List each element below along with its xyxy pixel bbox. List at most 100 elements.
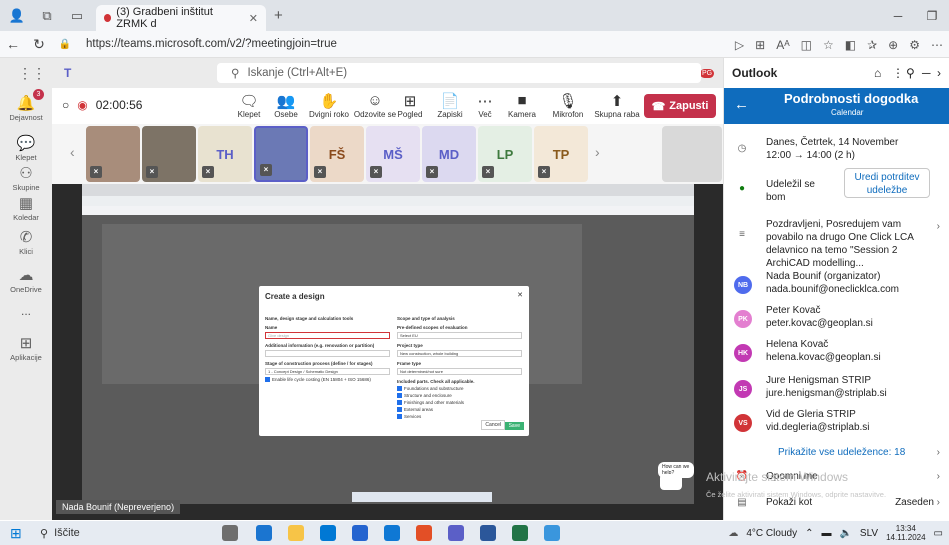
dialog-close-icon[interactable]: ✕ [517, 291, 523, 299]
excel-icon[interactable] [512, 525, 528, 541]
stage-select[interactable]: 1 - Concept Design / Schematic Design [265, 368, 390, 375]
meeting-info-icon[interactable]: ○ [62, 98, 69, 112]
tab-actions-icon[interactable]: ▭ [64, 6, 90, 26]
profile-icon[interactable]: 👤 [4, 6, 30, 26]
outlook-icon[interactable] [352, 525, 368, 541]
rail-item-apps[interactable]: ⊞ Aplikacije [0, 334, 52, 362]
sidebar-icon[interactable]: ◧ [845, 38, 856, 52]
share-button[interactable]: ⬆ Skupna raba [592, 92, 642, 119]
chat-button[interactable]: 🗨 Klepet [229, 92, 269, 119]
more-vert-icon[interactable]: ⋮ [892, 66, 904, 80]
more-actions-button[interactable]: ⋯ Več [465, 92, 505, 119]
app-icon[interactable] [544, 525, 560, 541]
split-icon[interactable]: ◫ [801, 38, 812, 52]
restore-icon[interactable]: ❐ [915, 0, 949, 31]
strip-prev-icon[interactable]: ‹ [70, 144, 75, 160]
home-icon[interactable]: ⌂ [874, 66, 881, 80]
tray-overflow-icon[interactable]: ⌃ [805, 528, 813, 539]
view-button[interactable]: ⊞ Pogled [390, 92, 430, 119]
predefined-select[interactable]: Select EU [397, 332, 522, 339]
participant-video-active[interactable]: × [254, 126, 308, 182]
new-tab-button[interactable]: + [274, 7, 283, 24]
included-checkbox[interactable]: Structure and enclosure [397, 393, 522, 398]
favorite-icon[interactable]: ☆ [823, 38, 834, 52]
name-input[interactable]: Give design [265, 332, 390, 339]
participant-tile[interactable]: TH × [198, 126, 252, 182]
rail-item-calls[interactable]: ✆ Klici [0, 228, 52, 256]
rail-item-calendar[interactable]: ▦ Koledar [0, 194, 52, 222]
pin-icon[interactable]: ⚲ [906, 66, 915, 80]
word-icon[interactable] [480, 525, 496, 541]
mail-icon[interactable] [384, 525, 400, 541]
task-view-icon[interactable] [222, 525, 238, 541]
favorites-icon[interactable]: ✰ [867, 38, 877, 52]
collections-icon[interactable]: ⊕ [888, 38, 898, 52]
included-checkbox[interactable]: Foundations and substructure [397, 386, 522, 391]
participant-tile[interactable]: FŠ × [310, 126, 364, 182]
notes-button[interactable]: 📄 Zapiski [430, 92, 470, 119]
strip-next-icon[interactable]: › [595, 144, 600, 160]
edit-response-button[interactable]: Uredi potrditev udeležbe [844, 168, 930, 198]
participant-video[interactable]: × [142, 126, 196, 182]
back-icon[interactable]: ← [0, 36, 26, 52]
network-icon[interactable]: ▬ [821, 528, 831, 539]
browser-tab[interactable]: (3) Gradbeni inštitut ZRMK d ✕ [96, 5, 266, 31]
search-input[interactable]: ⚲ Iskanje (Ctrl+Alt+E) [217, 63, 701, 83]
rail-item-activity[interactable]: 🔔 Dejavnost [0, 94, 52, 122]
back-arrow-icon[interactable]: ← [734, 96, 749, 113]
participant-tile[interactable]: MŠ × [366, 126, 420, 182]
participant-video[interactable]: × [86, 126, 140, 182]
rail-item-more[interactable]: ... [0, 304, 52, 318]
more-icon[interactable]: ⋯ [931, 38, 943, 52]
teams-icon[interactable] [448, 525, 464, 541]
apps-grid-icon[interactable]: ⊞ [755, 38, 765, 52]
workspaces-icon[interactable]: ⧉ [34, 6, 60, 26]
dialog-save-button[interactable]: Save [504, 422, 524, 430]
tv-icon[interactable]: ▷ [735, 38, 744, 52]
avatar: JS [734, 380, 752, 398]
windows-start-icon[interactable]: ⊞ [10, 525, 22, 542]
close-panel-icon[interactable]: › [937, 66, 941, 80]
participant-tile[interactable]: MD × [422, 126, 476, 182]
minimize-icon[interactable]: ─ [881, 0, 915, 31]
extensions-icon[interactable]: ⚙ [909, 38, 920, 52]
raise-hand-button[interactable]: ✋ Dvigni roko [304, 92, 354, 119]
camera-button[interactable]: ■ Kamera [502, 92, 542, 119]
weather-text[interactable]: 4°C Cloudy [746, 528, 797, 539]
rail-item-chat[interactable]: 💬 Klepet [0, 134, 52, 162]
project-type-select[interactable]: New construction, whole building [397, 350, 522, 357]
people-button[interactable]: 👥 Osebe [266, 92, 306, 119]
language-indicator[interactable]: SLV [860, 528, 878, 539]
control-label: Dvigni roko [308, 110, 349, 119]
app-launcher-icon[interactable]: ⋮⋮ [18, 65, 46, 82]
file-explorer-icon[interactable] [288, 525, 304, 541]
info-input[interactable] [265, 350, 390, 357]
volume-icon[interactable]: 🔈 [839, 528, 851, 539]
participant-tile[interactable]: LP × [478, 126, 532, 182]
store-icon[interactable] [320, 525, 336, 541]
leave-button[interactable]: ☎ Zapusti [644, 94, 716, 118]
close-tab-icon[interactable]: ✕ [249, 12, 258, 25]
minimize-panel-icon[interactable]: ─ [922, 66, 931, 80]
lifecycle-checkbox[interactable]: Enable life cycle costing (EN 15804 + IS… [265, 377, 390, 382]
rail-item-onedrive[interactable]: ☁ OneDrive [0, 266, 52, 294]
taskbar-search[interactable]: ⚲ Iščite [40, 524, 200, 542]
mic-button[interactable]: 🎙 Mikrofon [548, 92, 588, 119]
profile-badge[interactable]: PG [700, 68, 715, 78]
notifications-icon[interactable]: ▭ [934, 528, 943, 539]
read-aloud-icon[interactable]: Aᴬ [776, 38, 789, 52]
edge-icon[interactable] [256, 525, 272, 541]
included-checkbox[interactable]: External areas [397, 407, 522, 412]
weather-icon[interactable]: ☁ [728, 528, 738, 539]
included-checkbox[interactable]: Finishings and other materials [397, 400, 522, 405]
url-field[interactable]: https://teams.microsoft.com/v2/?meetingj… [86, 38, 337, 50]
dialog-cancel-button[interactable]: Cancel [481, 420, 505, 430]
rail-item-teams[interactable]: ⚇ Skupine [0, 164, 52, 192]
refresh-icon[interactable]: ↻ [26, 36, 52, 53]
included-checkbox[interactable]: Services [397, 414, 522, 419]
taskbar-clock[interactable]: 13:34 14.11.2024 [886, 524, 925, 542]
frame-select[interactable]: Not determined/not sure [397, 368, 522, 375]
participant-tile[interactable]: TP × [534, 126, 588, 182]
chat-widget-icon[interactable] [660, 474, 682, 490]
chrome-icon[interactable] [416, 525, 432, 541]
